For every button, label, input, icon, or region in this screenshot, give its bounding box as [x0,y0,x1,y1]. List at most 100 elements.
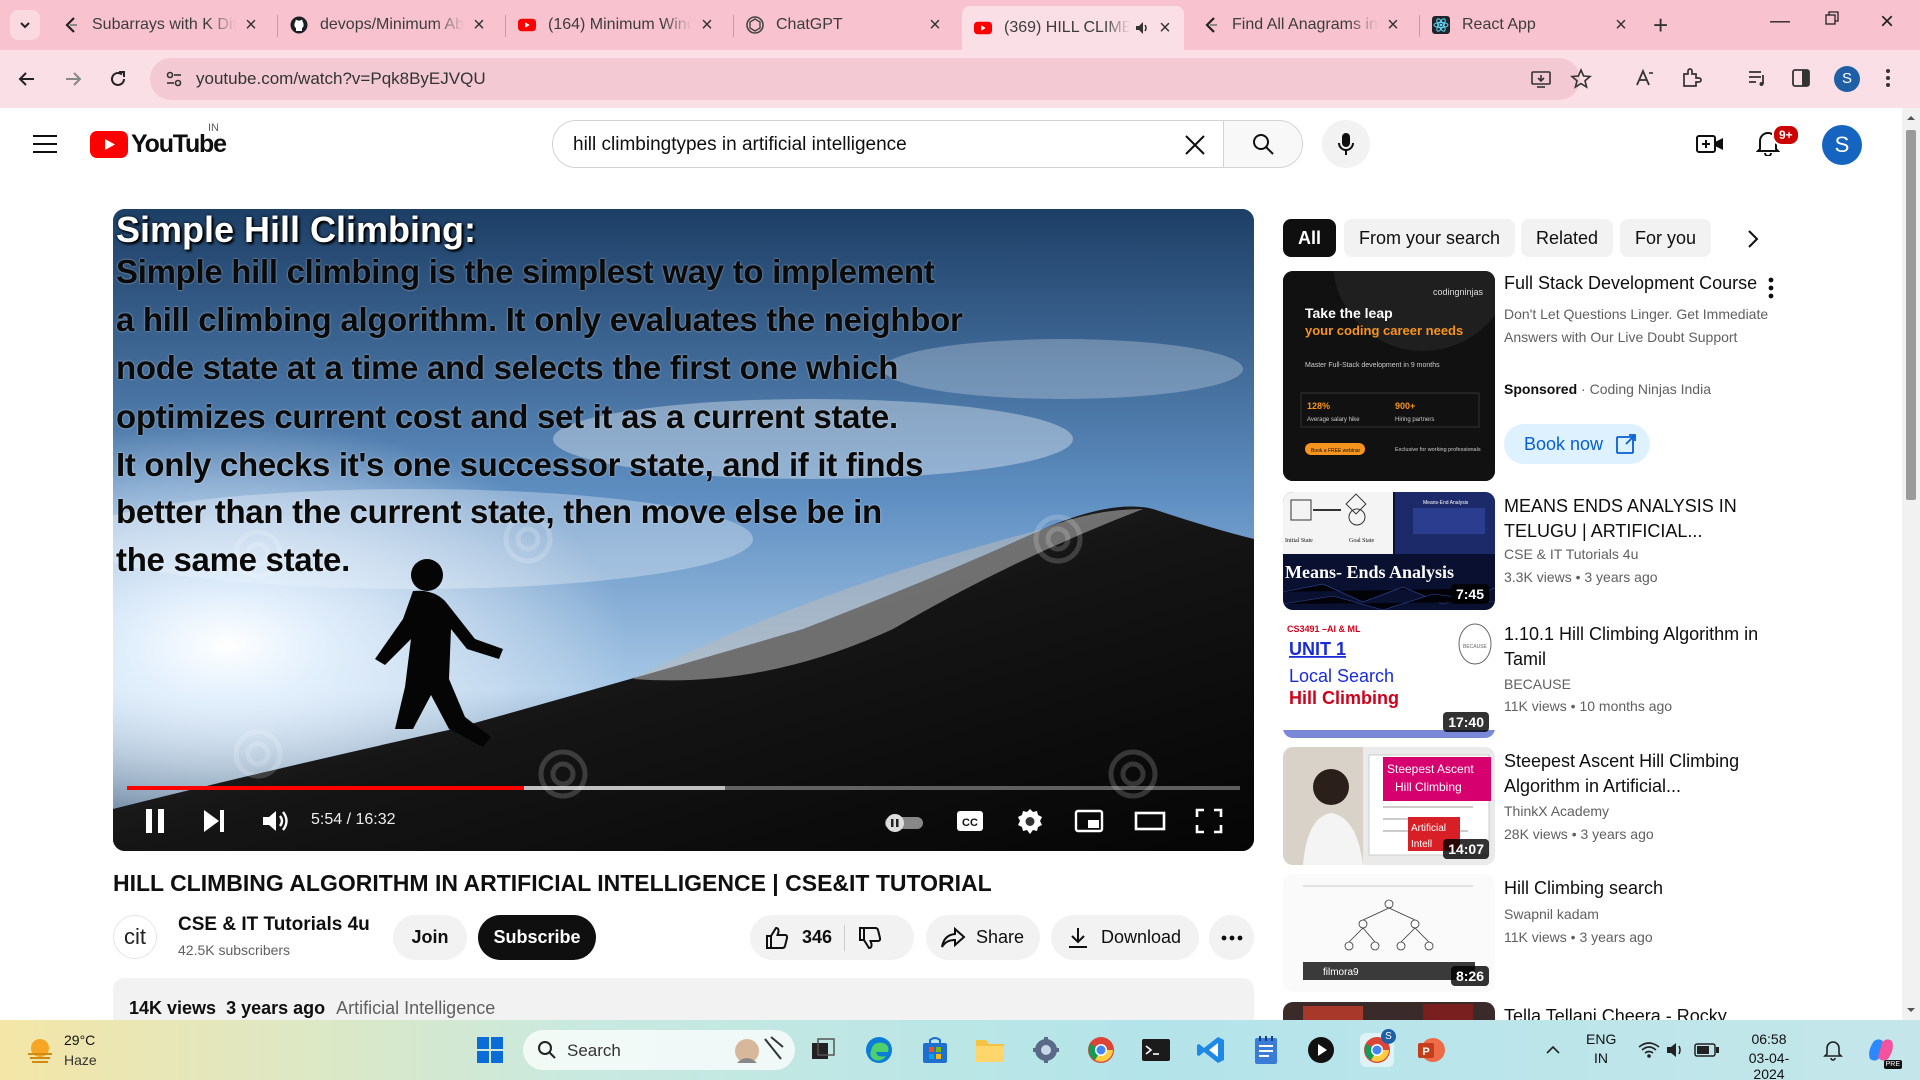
video-title[interactable]: 1.10.1 Hill Climbing Algorithm in Tamil [1504,622,1774,672]
browser-tab[interactable]: (164) Minimum Wind × [506,8,726,42]
clock-date[interactable]: 03-04-2024 [1734,1050,1804,1080]
scroll-down-arrow-icon[interactable] [1902,1004,1920,1016]
create-video-icon[interactable] [1696,132,1724,156]
channel-name[interactable]: ThinkX Academy [1504,803,1609,819]
dislike-button[interactable] [857,925,883,951]
close-tab-icon[interactable]: × [698,14,716,37]
minimize-button[interactable]: — [1770,10,1790,33]
hamburger-menu-icon[interactable] [32,134,58,154]
input-region[interactable]: IN [1586,1050,1616,1066]
more-vertical-icon[interactable] [1768,277,1774,299]
address-bar[interactable]: youtube.com/watch?v=Pqk8ByEJVQU [150,58,1592,100]
weather-haze-icon[interactable] [24,1034,56,1066]
extensions-icon[interactable] [1680,67,1702,89]
edge-icon[interactable] [862,1033,896,1067]
input-language[interactable]: ENG [1586,1031,1616,1047]
file-explorer-icon[interactable] [973,1033,1007,1067]
close-tab-icon[interactable]: × [926,14,944,37]
fullscreen-button[interactable] [1194,807,1224,835]
back-button[interactable] [12,64,42,94]
browser-menu-icon[interactable] [1884,67,1892,89]
scroll-up-arrow-icon[interactable] [1902,112,1920,124]
powerpoint-icon[interactable]: P [1414,1033,1448,1067]
chip-all[interactable]: All [1283,219,1337,257]
system-tray-chevron-icon[interactable] [1536,1033,1570,1067]
share-button[interactable]: Share [926,915,1040,960]
video-thumbnail[interactable]: filmora9 8:26 [1283,874,1495,992]
clock-time[interactable]: 06:58 [1734,1031,1804,1047]
recommended-video[interactable]: Initial State Goal State Means-End Analy… [1283,492,1903,610]
chrome-active-icon[interactable]: S [1360,1029,1396,1067]
video-title[interactable]: Tella Tellani Cheera - Rocky [1504,1004,1774,1020]
video-title[interactable]: Steepest Ascent Hill Climbing Algorithm … [1504,749,1774,799]
subtitles-button[interactable]: CC [955,807,985,835]
browser-profile-avatar[interactable]: S [1834,66,1860,92]
like-button[interactable]: 346 [764,925,832,951]
pause-button[interactable] [143,807,167,835]
browser-tab[interactable]: Find All Anagrams in × [1190,8,1412,42]
notepad-icon[interactable] [1249,1033,1283,1067]
media-controls-icon[interactable] [1746,67,1768,89]
clear-search-icon[interactable] [1183,133,1207,157]
task-view-icon[interactable] [806,1033,840,1067]
ad-thumbnail[interactable]: codingninjas Take the leap your coding c… [1283,271,1495,481]
video-player[interactable]: Simple Hill Climbing: Simple hill climbi… [113,209,1254,851]
chevron-right-icon[interactable] [1746,228,1760,250]
speaker-icon[interactable] [1134,20,1150,36]
chrome-icon[interactable] [1084,1033,1118,1067]
forward-button[interactable] [58,64,88,94]
volume-icon[interactable] [1658,1033,1692,1067]
chip-from-your-search[interactable]: From your search [1344,219,1516,257]
account-avatar[interactable]: S [1822,125,1862,165]
bookmark-star-icon[interactable] [1570,68,1592,90]
close-tab-icon[interactable]: × [1156,17,1174,40]
settings-icon[interactable] [1029,1033,1063,1067]
search-button[interactable] [1223,120,1303,168]
terminal-icon[interactable] [1139,1033,1173,1067]
media-player-icon[interactable] [1304,1033,1338,1067]
book-now-button[interactable]: Book now [1504,424,1650,464]
notification-bell-icon[interactable] [1816,1033,1850,1067]
site-info-icon[interactable] [164,69,184,89]
copilot-icon[interactable]: PRE [1864,1033,1902,1069]
ad-title[interactable]: Full Stack Development Course [1504,273,1757,294]
voice-search-button[interactable] [1322,120,1370,168]
theater-mode-button[interactable] [1134,807,1166,835]
browser-tab[interactable]: Subarrays with K Diffe × [50,8,270,42]
close-window-button[interactable]: × [1880,8,1894,36]
video-thumbnail[interactable]: CS3491 –AI & ML UNIT 1 Local Search Hill… [1283,620,1495,738]
vscode-icon[interactable] [1194,1033,1228,1067]
scrollbar-thumb[interactable] [1906,130,1916,500]
install-app-icon[interactable] [1530,68,1552,90]
restore-button[interactable] [1824,10,1840,26]
browser-tab[interactable]: devops/Minimum Ab × [278,8,498,42]
channel-avatar[interactable]: cit [113,915,157,959]
video-thumbnail[interactable] [1283,1002,1495,1020]
channel-name[interactable]: Swapnil kadam [1504,906,1599,922]
volume-button[interactable] [260,807,290,835]
video-thumbnail[interactable]: Initial State Goal State Means-End Analy… [1283,492,1495,610]
chip-related[interactable]: Related [1521,219,1614,257]
start-button[interactable] [473,1033,507,1067]
channel-name[interactable]: CSE & IT Tutorials 4u [1504,546,1638,562]
browser-tab-active[interactable]: (369) HILL CLIMB × [962,6,1184,50]
recommended-video[interactable]: CS3491 –AI & ML UNIT 1 Local Search Hill… [1283,620,1903,738]
chip-for-you[interactable]: For you [1620,219,1712,257]
recommended-video[interactable]: filmora9 8:26 Hill Climbing search Swapn… [1283,874,1903,992]
page-scrollbar[interactable] [1902,108,1920,1020]
microsoft-store-icon[interactable] [918,1033,952,1067]
next-button[interactable] [201,807,227,835]
autoplay-toggle[interactable] [883,813,925,833]
progress-bar[interactable] [127,786,1240,790]
subscribe-button[interactable]: Subscribe [478,915,596,960]
download-button[interactable]: Download [1051,915,1199,960]
side-panel-icon[interactable] [1790,67,1812,89]
close-tab-icon[interactable]: × [470,14,488,37]
new-tab-button[interactable]: + [1653,12,1668,38]
join-button[interactable]: Join [393,915,467,960]
video-title[interactable]: MEANS ENDS ANALYSIS IN TELUGU | ARTIFICI… [1504,494,1774,544]
recommended-video[interactable]: Tella Tellani Cheera - Rocky [1283,1002,1903,1020]
channel-name[interactable]: CSE & IT Tutorials 4u [178,914,370,936]
close-tab-icon[interactable]: × [242,14,260,37]
taskbar-search[interactable]: Search [523,1030,795,1070]
